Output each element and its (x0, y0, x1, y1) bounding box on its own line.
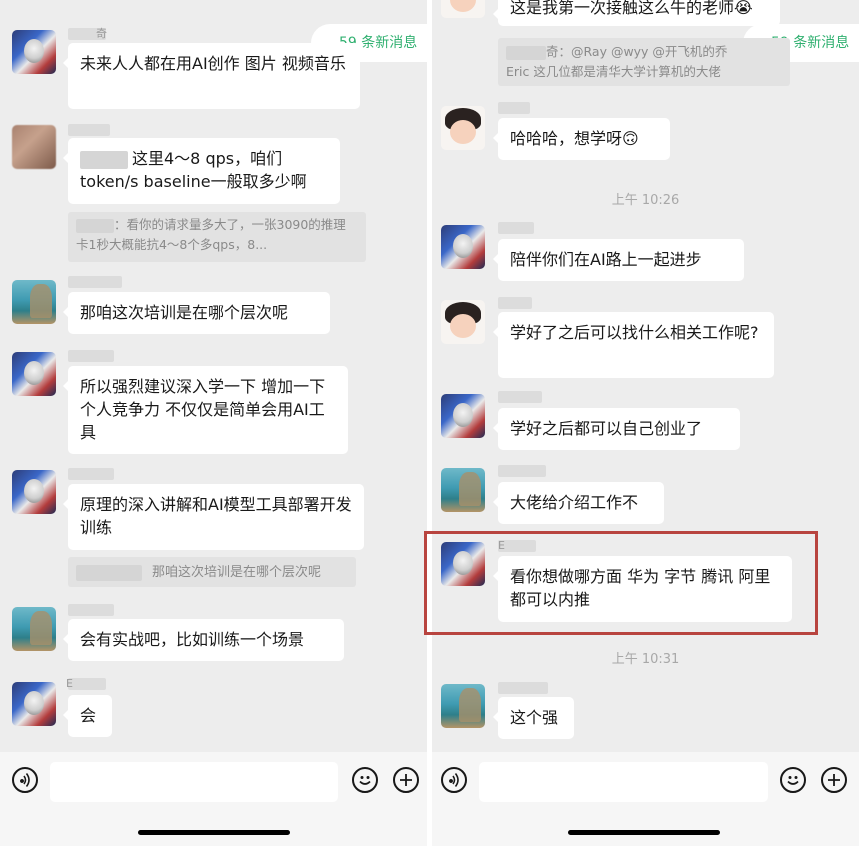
quoted-message[interactable]: 那咱这次培训是在哪个层次呢 (68, 557, 356, 587)
home-indicator (568, 830, 720, 835)
sender-name (68, 604, 114, 616)
sender-name (498, 682, 548, 694)
message-bubble[interactable]: 哈哈哈，想学呀🙃 (493, 118, 670, 160)
message-input[interactable] (479, 762, 768, 802)
sender-name: 奇 (68, 28, 107, 40)
sender-name (498, 297, 532, 309)
message-bubble[interactable]: 原理的深入讲解和AI模型工具部署开发训练 (63, 484, 364, 550)
voice-icon[interactable] (441, 767, 467, 793)
message-bubble[interactable]: 未来人人都在用AI创作 图片 视频音乐 (63, 43, 360, 109)
avatar[interactable] (12, 607, 56, 651)
avatar[interactable] (12, 30, 56, 74)
avatar[interactable] (12, 125, 56, 169)
message-bubble[interactable]: 学好之后都可以自己创业了 (493, 408, 740, 450)
avatar[interactable] (12, 470, 56, 514)
plus-icon[interactable] (393, 767, 419, 793)
message-bubble[interactable]: 大佬给介绍工作不 (493, 482, 664, 524)
emoji-icon[interactable] (780, 767, 806, 793)
mention-redacted (80, 150, 128, 169)
avatar[interactable] (441, 0, 485, 18)
message-bubble[interactable]: 会 (63, 695, 112, 737)
sender-name (498, 465, 546, 477)
message-bubble[interactable]: 那咱这次培训是在哪个层次呢 (63, 292, 330, 334)
timestamp: 上午 10:26 (611, 193, 680, 208)
message-bubble[interactable]: 陪伴你们在AI路上一起进步 (493, 239, 744, 281)
quoted-message[interactable]: 奇：@Ray @wyy @开飞机的乔 Eric 这几位都是清华大学计算机的大佬 (498, 38, 790, 86)
sender-name: E (66, 678, 106, 690)
avatar[interactable] (12, 682, 56, 726)
message-input[interactable] (50, 762, 338, 802)
avatar[interactable] (441, 106, 485, 150)
avatar[interactable] (441, 300, 485, 344)
sender-name (68, 468, 114, 480)
avatar[interactable] (12, 280, 56, 324)
highlight-box (424, 531, 818, 635)
sender-name (498, 222, 534, 234)
emoji-icon[interactable] (352, 767, 378, 793)
avatar[interactable] (441, 684, 485, 728)
plus-icon[interactable] (821, 767, 847, 793)
avatar[interactable] (441, 394, 485, 438)
timestamp: 上午 10:31 (611, 652, 680, 667)
avatar[interactable] (441, 225, 485, 269)
avatar[interactable] (12, 352, 56, 396)
home-indicator (138, 830, 290, 835)
avatar[interactable] (441, 468, 485, 512)
sender-name (498, 391, 542, 403)
message-bubble[interactable]: 这里4～8 qps，咱们 token/s baseline一般取多少啊 (63, 138, 340, 204)
quoted-message[interactable]: ：看你的请求量多大了，一张3090的推理卡1秒大概能抗4～8个多qps，8... (68, 212, 366, 262)
sender-name (68, 350, 114, 362)
chat-panel-right: ︽59 条新消息 这是我第一次接触这么牛的老师😭 奇：@Ray @wyy @开飞… (432, 0, 859, 846)
voice-icon[interactable] (12, 767, 38, 793)
message-bubble[interactable]: 学好了之后可以找什么相关工作呢? (493, 312, 774, 378)
message-bubble[interactable]: 这个强 (493, 697, 574, 739)
sender-name (68, 276, 122, 288)
message-bubble[interactable]: 会有实战吧，比如训练一个场景 (63, 619, 344, 661)
chat-panel-left: ︽59 条新消息 奇 未来人人都在用AI创作 图片 视频音乐 这里4～8 qps… (0, 0, 427, 846)
message-bubble[interactable]: 这是我第一次接触这么牛的老师😭 (493, 0, 780, 26)
sender-name (68, 124, 110, 136)
message-bubble[interactable]: 所以强烈建议深入学一下 增加一下个人竞争力 不仅仅是简单会用AI工具 (63, 366, 348, 454)
sender-name (498, 102, 530, 114)
